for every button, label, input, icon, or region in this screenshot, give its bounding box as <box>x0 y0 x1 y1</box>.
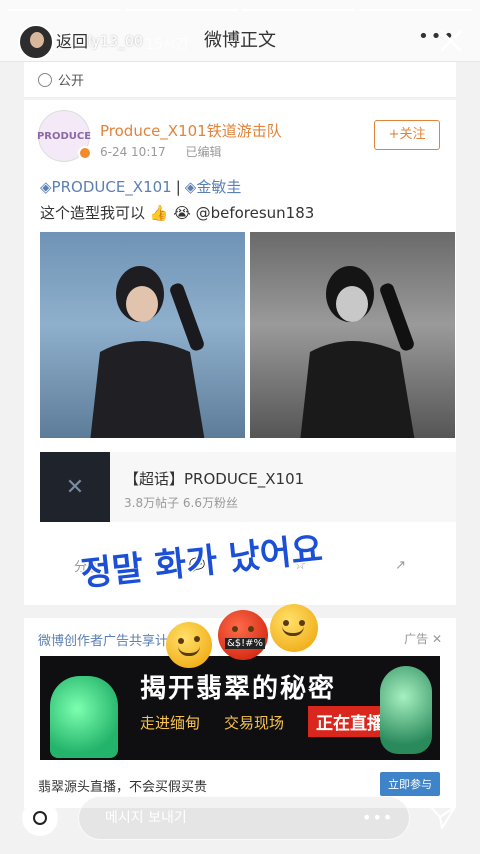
woozy-face-icon <box>166 622 212 668</box>
jade-pendant-icon <box>50 676 118 758</box>
supertopic-title: 【超话】PRODUCE_X101 <box>124 470 305 488</box>
post-date: 6-24 10:17 <box>100 145 166 159</box>
diamond-icon: ◈ <box>184 178 197 196</box>
forward-icon[interactable]: ↗ <box>395 558 406 573</box>
supertopic-stats: 3.8万帖子 6.6万粉丝 <box>124 496 238 510</box>
ad-banner[interactable]: 揭开翡翠的秘密 走进缅甸 交易现场 正在直播 <box>40 656 440 760</box>
message-input[interactable] <box>78 796 410 840</box>
mention-link[interactable]: @beforesun183 <box>196 204 315 222</box>
camera-button[interactable] <box>22 800 58 836</box>
post-text: 这个造型我可以 👍 😭 @beforesun183 <box>40 202 314 223</box>
crying-icon: 😭 <box>173 204 191 222</box>
weibo-screenshot: 返回 微博正文 ••• 公开 PRODUCE Produce_X101铁道游击队… <box>0 0 480 854</box>
progress-segment <box>125 9 238 11</box>
story-username[interactable]: ly13_00 <box>88 34 143 50</box>
ad-tag[interactable]: 广告 ✕ <box>404 630 442 647</box>
more-options-icon[interactable]: ••• <box>362 808 393 827</box>
page-title: 微博正文 <box>204 30 276 51</box>
post-photo-mono[interactable] <box>250 232 455 438</box>
progress-segment <box>8 9 121 11</box>
thumbs-up-icon: 👍 <box>149 204 169 222</box>
person-silhouette-icon <box>300 266 415 438</box>
topic-links: ◈PRODUCE_X101 | ◈金敏圭 <box>40 176 241 197</box>
x101-logo-icon: ✕ <box>40 452 110 522</box>
follow-button[interactable]: +关注 <box>374 120 440 150</box>
camera-icon <box>33 811 47 825</box>
globe-icon <box>38 72 52 87</box>
supertopic-card[interactable]: ✕ 【超话】PRODUCE_X101 3.8万帖子 6.6万粉丝 <box>40 452 456 522</box>
post-body: 这个造型我可以 <box>40 204 146 222</box>
ad-banner-sub2: 交易现场 <box>224 714 285 732</box>
story-avatar[interactable] <box>18 24 54 60</box>
ad-cta-button[interactable]: 立即参与 <box>380 772 440 796</box>
post-meta: 6-24 10:17 已编辑 <box>100 143 237 160</box>
visibility-row: 公开 <box>24 62 456 98</box>
ad-banner-title: 揭开翡翠的秘密 <box>140 674 337 704</box>
author-name[interactable]: Produce_X101铁道游击队 <box>100 120 282 141</box>
ad-caption: 翡翠源头直播，不会买假买贵 <box>38 780 208 795</box>
edited-label: 已编辑 <box>185 145 222 159</box>
progress-segment <box>242 9 355 11</box>
visibility-label: 公开 <box>58 74 85 89</box>
close-icon[interactable] <box>438 28 464 54</box>
person-silhouette-icon <box>90 266 205 438</box>
jade-buddha-icon <box>380 666 432 754</box>
topic-separator: | <box>175 178 181 196</box>
sweat-smile-icon <box>270 604 318 652</box>
progress-segment <box>359 9 472 11</box>
story-progress <box>8 9 472 11</box>
ad-banner-sub1: 走进缅甸 <box>140 714 201 732</box>
verified-badge-icon <box>78 146 92 160</box>
topic-link-1[interactable]: PRODUCE_X101 <box>52 178 172 196</box>
topic-link-2[interactable]: 金敏圭 <box>196 178 241 196</box>
post-photo-color[interactable] <box>40 232 245 438</box>
ad-header: 微博创作者广告共享计 <box>38 634 169 649</box>
send-icon[interactable] <box>428 802 458 832</box>
story-time: 15시간 <box>145 37 189 53</box>
cursing-face-icon: &$!#% <box>218 610 268 660</box>
diamond-icon: ◈ <box>40 178 52 196</box>
